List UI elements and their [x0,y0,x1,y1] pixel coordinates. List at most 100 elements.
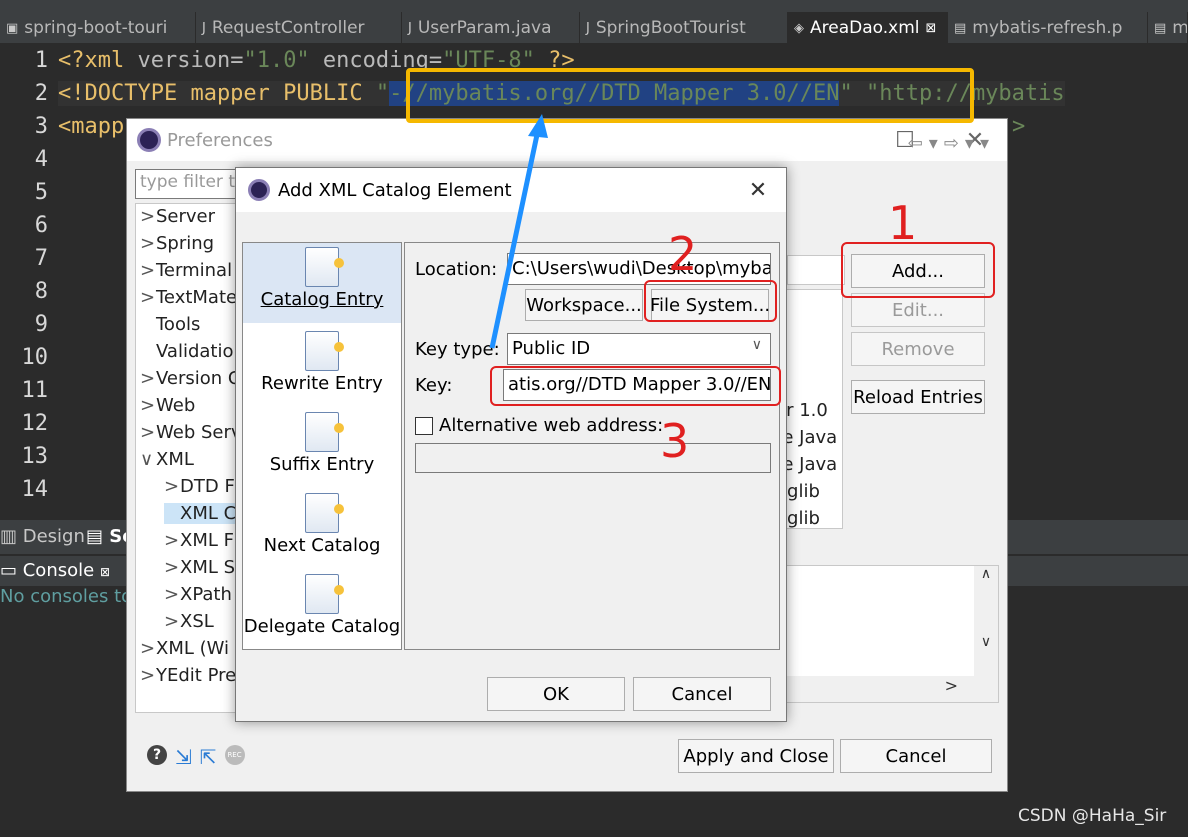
annotation-box-add [841,242,995,298]
remove-button[interactable]: Remove [851,332,985,366]
line-number: 4 [34,147,48,172]
line-number: 13 [21,444,49,469]
tree-item[interactable]: >Web Serv [140,422,242,443]
java-file-icon: J [202,20,206,36]
ok-button[interactable]: OK [487,677,625,711]
cancel-button[interactable]: Cancel [633,677,771,711]
next-catalog-icon [305,493,344,533]
alternative-address-checkbox[interactable] [415,417,433,435]
tab-label: AreaDao.xml [810,18,920,38]
tab-label: mybatis-refresh.p [972,18,1123,38]
chevron-down-icon: ∨ [751,337,762,353]
rewrite-entry-item[interactable]: Rewrite Entry [243,327,401,407]
tab-spring-boot-tourist[interactable]: ▣ spring-boot-touri [0,12,196,44]
tree-item[interactable]: >Spring [140,233,214,254]
line-number: 8 [34,279,48,304]
close-icon[interactable]: ✕ [738,168,778,212]
annotation-number-2: 2 [668,227,698,281]
apply-and-close-button[interactable]: Apply and Close [678,739,834,773]
line-number: 10 [21,345,49,370]
catalog-field[interactable] [787,255,845,285]
tree-item[interactable]: >XSL [164,611,214,632]
eclipse-logo-icon [248,179,270,201]
properties-file-icon: ▤ [954,20,967,36]
alternative-address-input[interactable] [415,443,771,473]
tree-item[interactable]: >XML F [164,530,234,551]
suffix-entry-item[interactable]: Suffix Entry [243,408,401,488]
tab-close-icon[interactable]: ⊠ [925,21,936,36]
line-number: 2 [34,81,48,106]
tree-item[interactable]: >XPath [164,584,232,605]
tree-item[interactable]: >Version C [140,368,240,389]
help-icon[interactable]: ? [147,745,167,765]
java-file-icon: J [586,20,590,36]
details-panel: ∧ ∨ > [767,565,999,703]
line-number: 3 [34,114,48,139]
nav-arrows[interactable]: ⇦▾⇨▾▾ [908,133,995,154]
tree-item[interactable]: >XML (Wi [140,638,229,659]
code-line-3-end: > [1012,114,1026,139]
annotation-box-file-system [644,280,777,322]
tree-item[interactable]: >Server [140,206,215,227]
tab-label: UserParam.java [417,18,552,38]
code-line-3: <mapp [58,114,125,139]
tree-item[interactable]: Validation [140,341,245,362]
toolbar-strip [0,0,1188,12]
tab-label: spring-boot-touri [24,18,168,38]
tree-item[interactable]: >YEdit Pre [140,665,236,686]
vertical-scrollbar[interactable]: ∧ ∨ [974,566,998,676]
annotation-box-key [490,366,781,406]
preferences-title: Preferences [167,129,273,151]
tree-item-xml[interactable]: ∨ XML [140,449,194,470]
tab-areadao-xml[interactable]: ◈ AreaDao.xml ⊠ [788,12,948,44]
export-icon[interactable]: ⇱ [200,745,217,769]
tree-item[interactable]: >DTD F [164,476,235,497]
alternative-address-label: Alternative web address: [439,415,664,436]
catalog-entry-icon [305,247,344,287]
tree-item[interactable]: >TextMate [140,287,237,308]
editor-tab-bar: ▣ spring-boot-touri J RequestController … [0,12,1188,44]
file-icon: ▣ [6,20,19,36]
xml-file-icon: ◈ [794,20,804,36]
line-number: 1 [34,48,48,73]
scroll-down-icon[interactable]: ∨ [974,634,998,650]
watermark: CSDN @HaHa_Sir [1018,806,1167,826]
tree-item[interactable]: >Terminal [140,260,232,281]
tab-overflow[interactable]: ▤ m [1148,12,1188,44]
import-icon[interactable]: ⇲ [175,745,192,769]
tab-spring-boot-tourist-app[interactable]: J SpringBootTourist [580,12,788,44]
tab-user-param[interactable]: J UserParam.java [402,12,580,44]
catalog-entry-item[interactable]: Catalog Entry [243,243,401,323]
tab-design[interactable]: ▥ Design [0,526,85,547]
tree-item[interactable]: Tools [140,314,200,335]
tree-item[interactable]: >Web [140,395,195,416]
line-number: 12 [21,411,49,436]
edit-button[interactable]: Edit... [851,293,985,327]
tab-label: RequestController [211,18,365,38]
file-icon: ▤ [1154,20,1167,36]
line-number: 5 [34,180,48,205]
line-number: 11 [21,378,49,403]
horizontal-scrollbar[interactable]: > [768,676,998,702]
key-label: Key: [415,375,453,396]
rewrite-entry-icon [305,331,344,371]
tree-item[interactable]: >XML S [164,557,235,578]
next-catalog-item[interactable]: Next Catalog [243,489,401,569]
catalog-element-list: Catalog Entry Rewrite Entry Suffix Entry… [242,242,402,650]
tab-console[interactable]: ▭ Console ⊠ [0,560,110,581]
scroll-right-icon[interactable]: > [945,676,958,695]
scroll-up-icon[interactable]: ∧ [974,566,998,582]
delegate-catalog-item[interactable]: Delegate Catalog [243,570,401,649]
tab-request-controller[interactable]: J RequestController [196,12,402,44]
annotation-number-3: 3 [660,414,690,468]
tab-mybatis-refresh[interactable]: ▤ mybatis-refresh.p [948,12,1148,44]
cancel-button[interactable]: Cancel [840,739,992,773]
console-close-icon: ⊠ [99,565,110,579]
tab-label: m [1172,18,1188,38]
annotation-number-1: 1 [888,196,918,250]
java-file-icon: J [408,20,412,36]
suffix-entry-icon [305,412,344,452]
reload-entries-button[interactable]: Reload Entries [851,380,985,414]
record-icon[interactable]: REC [224,745,245,765]
tree-item-xml-catalog[interactable]: XML C [164,503,237,524]
